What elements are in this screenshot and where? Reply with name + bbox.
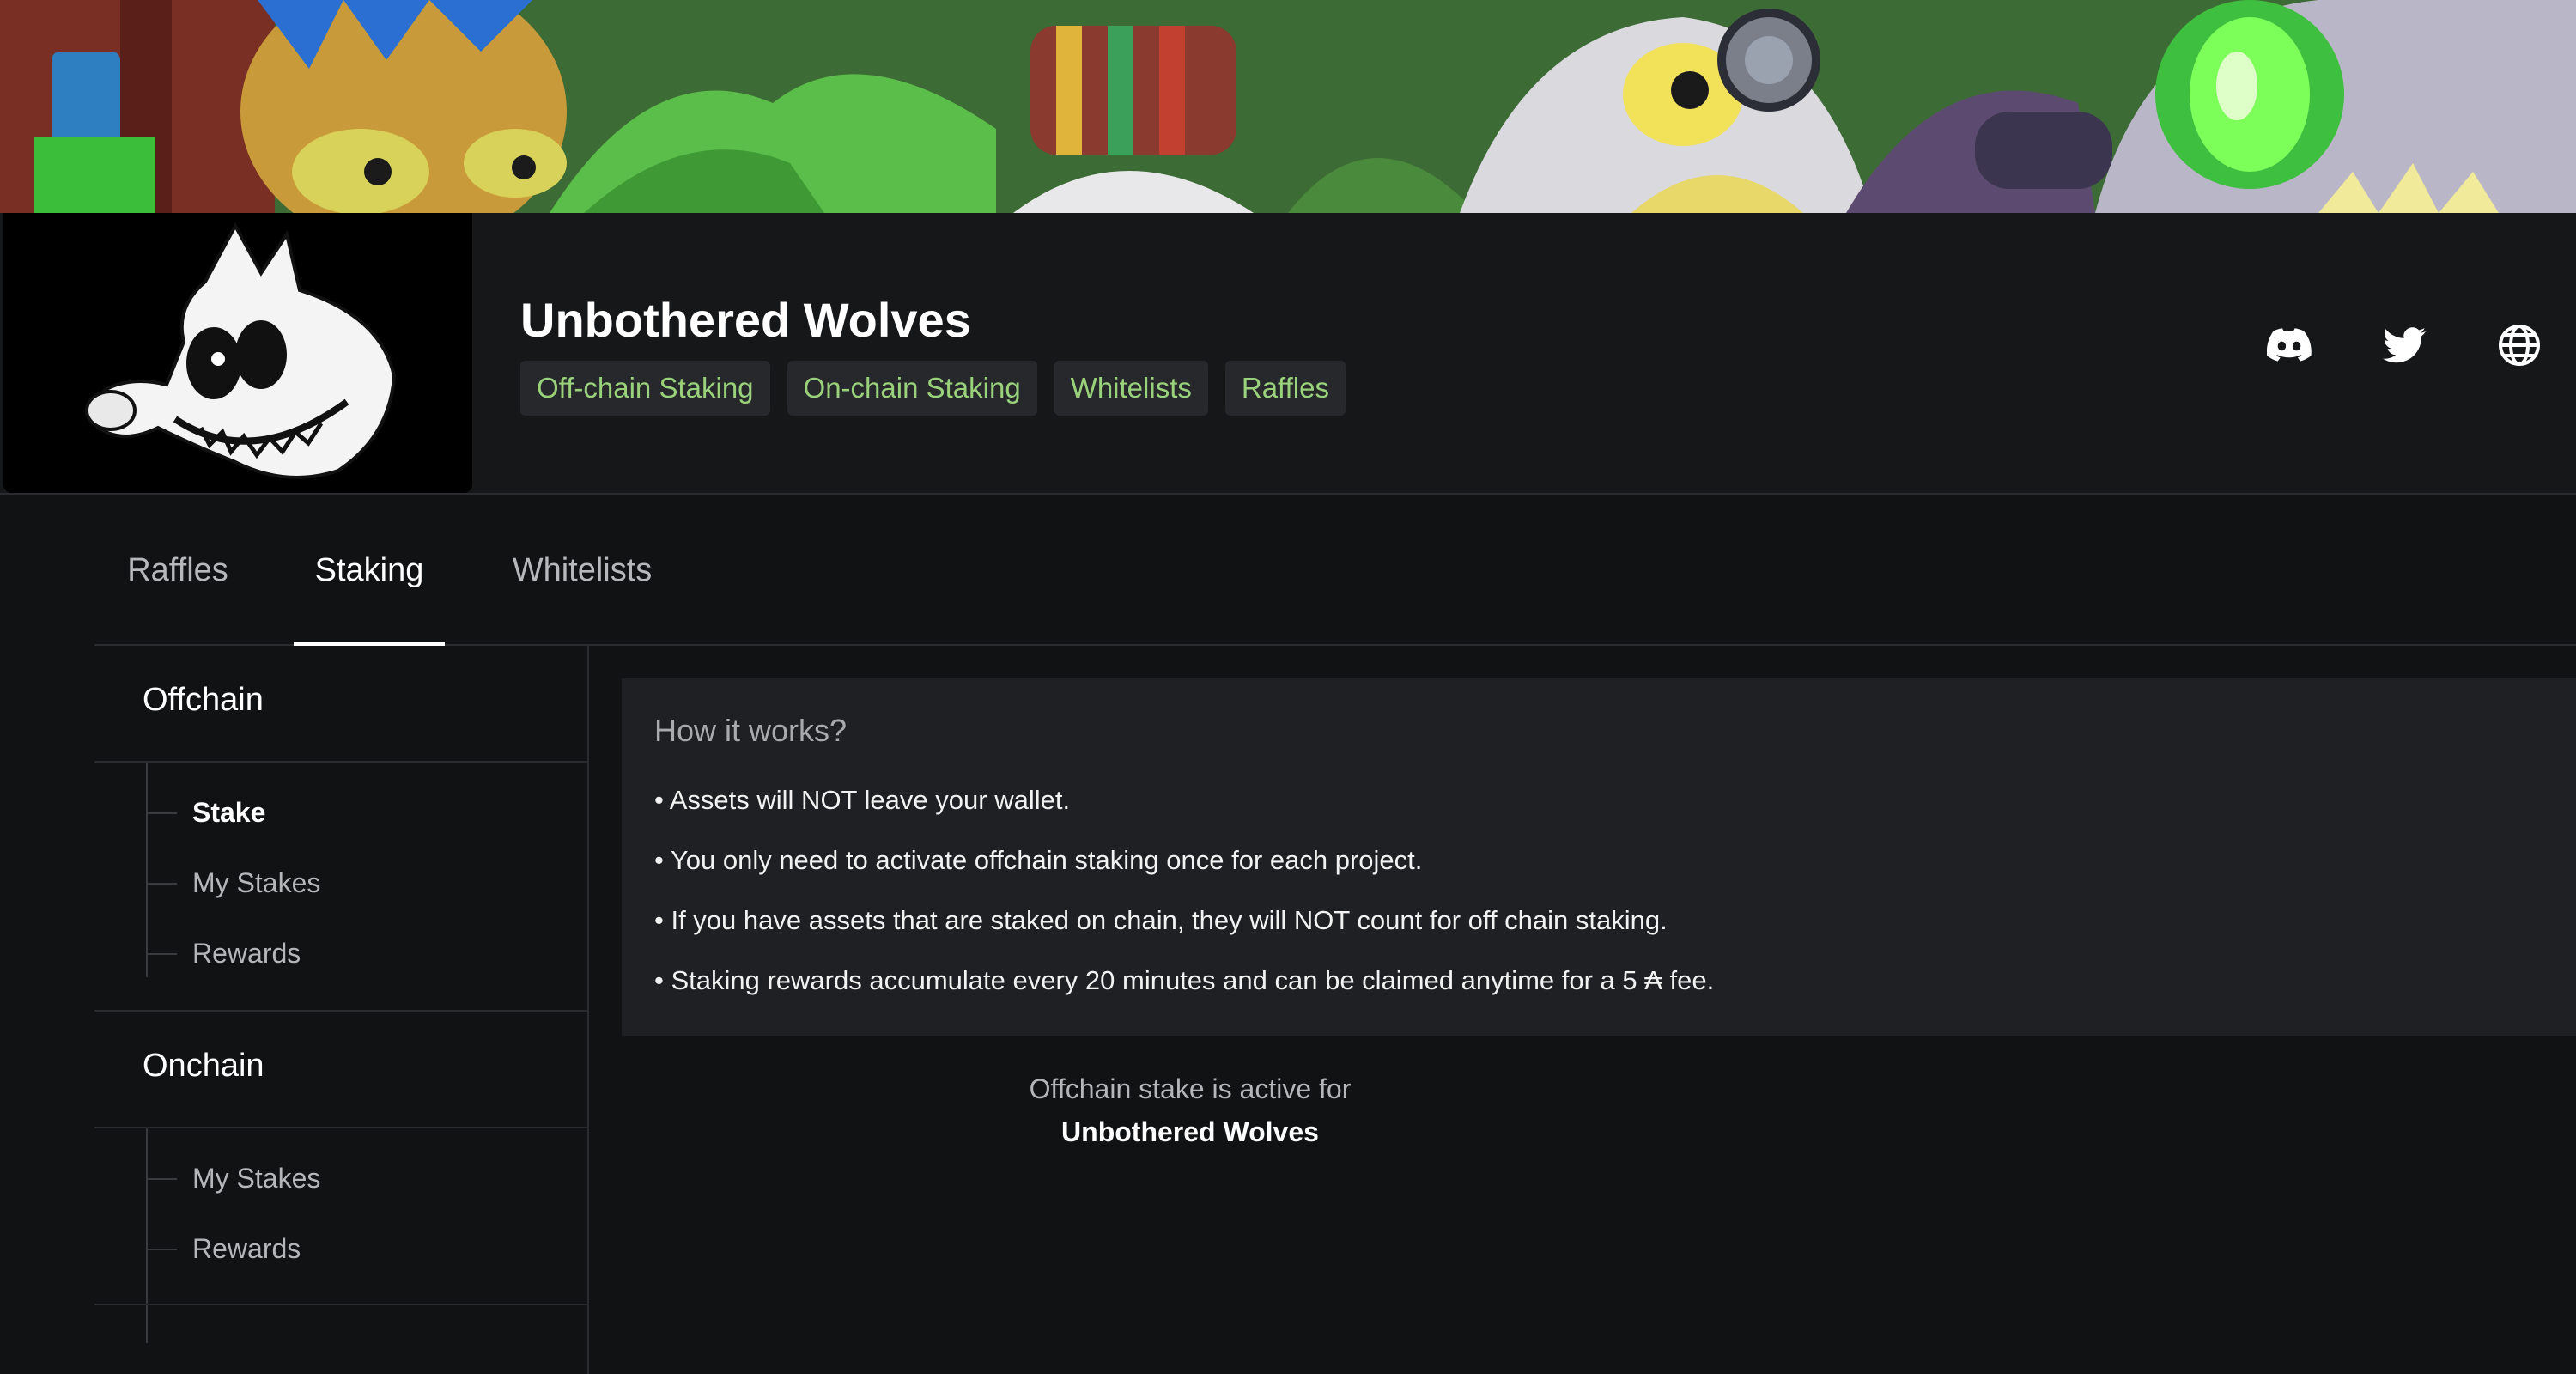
- tree-tick: [146, 1249, 177, 1250]
- tree-line: [146, 1128, 148, 1343]
- how-it-works-panel: How it works? • Assets will NOT leave yo…: [622, 678, 2576, 1036]
- banner-image: [0, 0, 2576, 213]
- tree-line: [146, 763, 148, 977]
- info-bullet: • Assets will NOT leave your wallet.: [654, 785, 1071, 815]
- tag-whitelists[interactable]: Whitelists: [1054, 361, 1208, 416]
- tab-staking[interactable]: Staking: [294, 496, 445, 646]
- section-tabs: Raffles Staking Whitelists: [94, 496, 2576, 646]
- tree-tick: [146, 1178, 177, 1180]
- tab-raffles[interactable]: Raffles: [94, 496, 261, 644]
- sidebar-item-offchain-stake[interactable]: Stake: [192, 797, 265, 829]
- info-bullet: • Staking rewards accumulate every 20 mi…: [654, 965, 1715, 995]
- sidebar-divider: [94, 1010, 589, 1012]
- sidebar-divider: [94, 1304, 589, 1305]
- tag-raffles[interactable]: Raffles: [1224, 361, 1346, 416]
- sidebar-item-offchain-my-stakes[interactable]: My Stakes: [192, 867, 320, 899]
- info-bullet: • You only need to activate offchain sta…: [654, 845, 1423, 875]
- sidebar-item-onchain-rewards[interactable]: Rewards: [192, 1233, 301, 1265]
- tag-off-chain-staking[interactable]: Off-chain Staking: [520, 361, 770, 416]
- tab-whitelists[interactable]: Whitelists: [483, 496, 682, 644]
- tree-tick: [146, 953, 177, 955]
- stake-status-text: Offchain stake is active for: [1029, 1073, 1352, 1104]
- globe-icon[interactable]: [2497, 323, 2542, 368]
- sidebar-section-onchain[interactable]: Onchain: [143, 1048, 264, 1085]
- discord-icon[interactable]: [2267, 323, 2312, 368]
- project-title: Unbothered Wolves: [520, 293, 971, 347]
- sidebar-item-onchain-my-stakes[interactable]: My Stakes: [192, 1163, 320, 1195]
- sidebar-section-offchain[interactable]: Offchain: [143, 682, 264, 719]
- sidebar-item-offchain-rewards[interactable]: Rewards: [192, 938, 301, 970]
- how-it-works-title: How it works?: [654, 713, 848, 748]
- stake-status-project: Unbothered Wolves: [1061, 1116, 1319, 1147]
- project-tags: Off-chain Staking On-chain Staking White…: [520, 361, 1346, 416]
- tag-on-chain-staking[interactable]: On-chain Staking: [787, 361, 1037, 416]
- tree-tick: [146, 883, 177, 885]
- tree-tick: [146, 812, 177, 814]
- project-avatar: [3, 213, 472, 493]
- tab-staking-label: Staking: [314, 551, 424, 588]
- project-header: Unbothered Wolves Off-chain Staking On-c…: [0, 213, 2576, 495]
- sidebar-divider: [94, 1127, 589, 1128]
- social-links: [2267, 323, 2542, 368]
- sidebar-divider: [94, 761, 589, 763]
- staking-sidebar: Offchain Stake My Stakes Rewards Onchain…: [94, 646, 589, 1374]
- info-bullet: • If you have assets that are staked on …: [654, 905, 1668, 935]
- twitter-icon[interactable]: [2382, 323, 2427, 368]
